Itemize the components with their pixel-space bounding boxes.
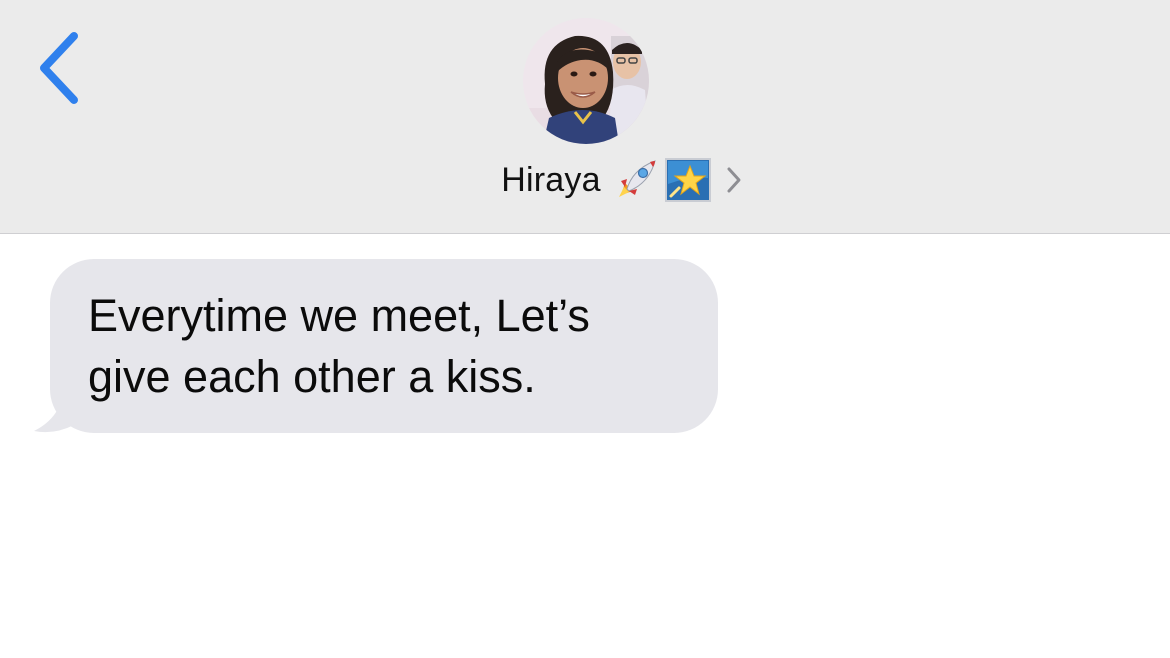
- star-icon: [664, 158, 711, 202]
- contact-name-row[interactable]: Hiraya: [0, 156, 1170, 204]
- message-text: Everytime we meet, Let’s give each other…: [88, 290, 590, 402]
- conversation-header: Hiraya: [0, 0, 1170, 234]
- message-thread[interactable]: Everytime we meet, Let’s give each other…: [0, 234, 1170, 658]
- avatar[interactable]: [523, 18, 649, 144]
- messages-conversation-screen: Hiraya Everytime we meet, Let’s give eac…: [0, 0, 1170, 658]
- rocket-icon: [618, 160, 656, 197]
- contact-photo: [523, 18, 649, 144]
- received-message[interactable]: Everytime we meet, Let’s give each other…: [34, 259, 720, 435]
- chevron-right-icon: [727, 167, 741, 193]
- message-bubble[interactable]: Everytime we meet, Let’s give each other…: [50, 259, 718, 433]
- contact-info[interactable]: Hiraya: [0, 16, 1170, 216]
- contact-name: Hiraya: [501, 160, 601, 199]
